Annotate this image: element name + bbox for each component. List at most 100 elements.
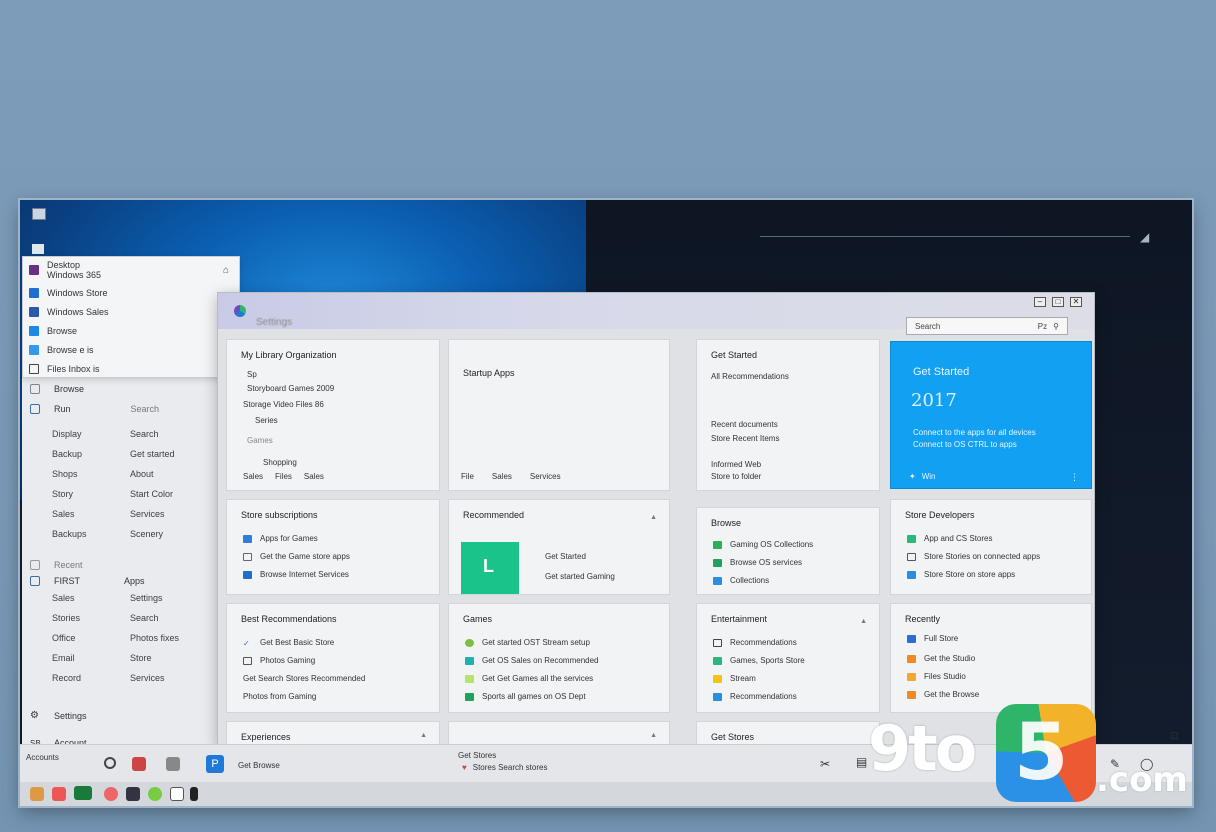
tile-line: Get Get Games all the services	[482, 674, 594, 683]
app-icon[interactable]	[30, 787, 44, 801]
list-item[interactable]: Office Photos fixes	[52, 628, 222, 648]
tile-line: Store to folder	[711, 472, 762, 481]
list-item[interactable]: Story Start Color	[52, 484, 222, 504]
app-icon[interactable]	[148, 787, 162, 801]
flyout-item[interactable]: Files Inbox is	[23, 359, 239, 378]
close-button[interactable]: ✕	[1070, 297, 1082, 307]
tile-line: Recommendations	[730, 692, 797, 701]
tile[interactable]: Browse Gaming OS Collections Browse OS s…	[696, 507, 880, 595]
search-zoom-label: Pz	[1037, 321, 1048, 331]
store-icon[interactable]: P	[206, 755, 224, 773]
list-item-label: Sales	[52, 593, 75, 603]
app-icon	[243, 570, 252, 579]
taskbar-search-text[interactable]: Get Browse	[238, 761, 280, 770]
tile[interactable]: Recently Full Store Get the Studio Files…	[890, 603, 1092, 713]
app-icon	[907, 672, 916, 681]
account-label[interactable]: Accounts	[26, 753, 59, 762]
minimize-button[interactable]: –	[1034, 297, 1046, 307]
search-icon[interactable]	[104, 757, 116, 769]
list-item[interactable]: Stories Search	[52, 608, 222, 628]
list-item[interactable]: Backup Get started	[52, 444, 222, 464]
app-icon[interactable]	[132, 757, 146, 771]
list-item[interactable]: Sales Settings	[52, 588, 222, 608]
desktop-icon[interactable]	[32, 208, 46, 220]
tile-line: Get started OST Stream setup	[482, 638, 590, 647]
app-icon	[243, 552, 252, 561]
more-icon[interactable]: ⋮	[1070, 472, 1079, 483]
app-icon	[907, 634, 916, 643]
chevron-up-icon[interactable]: ▲	[650, 514, 657, 521]
chevron-up-icon[interactable]: ▲	[420, 732, 427, 739]
app-icon[interactable]	[52, 787, 66, 801]
tile-title: Get Started	[913, 366, 970, 378]
list-item-label: Shops	[52, 469, 78, 479]
list-header-label: Run	[54, 404, 71, 414]
list-item[interactable]: Backups Scenery	[52, 524, 222, 544]
tile-line: Get Best Basic Store	[260, 638, 335, 647]
window-title: Settings	[256, 317, 293, 328]
tile-line: Games	[247, 436, 273, 445]
tile-line: Get Started	[545, 552, 586, 561]
list-item[interactable]: Record Services	[52, 668, 222, 688]
app-icon[interactable]	[74, 786, 92, 800]
blue-store-icon	[29, 287, 39, 298]
tile[interactable]: Entertainment ▲ Recommendations Games, S…	[696, 603, 880, 713]
tile-featured[interactable]: Get Started 2017 Connect to the apps for…	[890, 341, 1092, 489]
tile-title: Browse	[711, 518, 742, 528]
app-icon	[907, 690, 916, 699]
corner-icon: ◢	[1140, 230, 1150, 244]
flyout-item[interactable]: Browse e is	[23, 340, 239, 359]
app-icon[interactable]	[170, 787, 184, 801]
tile-line: Stream	[730, 674, 756, 683]
list-item[interactable]: Sales Services	[52, 504, 222, 524]
list-item[interactable]: Shops About	[52, 464, 222, 484]
maximize-button[interactable]: □	[1052, 297, 1064, 307]
tile[interactable]: Store Developers App and CS Stores Store…	[890, 499, 1092, 595]
list-item-label: Backups	[52, 529, 87, 539]
flyout-item[interactable]: Windows Sales Z4	[23, 302, 239, 321]
tile-line: Shopping	[263, 458, 297, 467]
list-item[interactable]: Email Store	[52, 648, 222, 668]
desktop-icon[interactable]	[32, 244, 44, 254]
tile-line: Informed Web	[711, 460, 762, 469]
tile[interactable]: Games Get started OST Stream setup Get O…	[448, 603, 670, 713]
list-item-label: Email	[52, 653, 75, 663]
list-item-label: Record	[52, 673, 82, 683]
list-header[interactable]: Run Search	[30, 404, 159, 414]
flyout-item[interactable]: Browse	[23, 321, 239, 340]
list-header[interactable]: FIRST Apps	[30, 576, 145, 586]
start-list-group: Sales Settings Stories Search Office Photos…	[52, 588, 222, 688]
tile-line: Connect to the apps for all devices	[913, 428, 1036, 437]
list-item-label: Store	[130, 653, 152, 663]
flyout-item[interactable]: Desktop Windows 365 ⌂	[23, 257, 239, 283]
list-item[interactable]: Display Search	[52, 424, 222, 444]
taskbar-subtext-label: Stores Search stores	[472, 763, 548, 772]
tile[interactable]: My Library Organization Sp Storyboard Ga…	[226, 339, 440, 491]
tile-footer: ✦ Win	[909, 472, 935, 481]
tile[interactable]: Store subscriptions Apps for Games Get t…	[226, 499, 440, 595]
app-icon[interactable]	[104, 787, 118, 801]
tile[interactable]: Startup Apps File Sales Services	[448, 339, 670, 491]
scissors-icon[interactable]: ✂	[820, 757, 830, 771]
chevron-up-icon[interactable]: ▲	[860, 618, 867, 625]
tile[interactable]: Get Started All Recommendations Recent d…	[696, 339, 880, 491]
list-item-label: Search	[130, 429, 159, 439]
tile[interactable]: Recommended ▲ L Get Started Get started …	[448, 499, 670, 595]
tile-line: Full Store	[924, 634, 959, 643]
home-icon[interactable]: ⌂	[223, 265, 229, 276]
app-icon[interactable]	[126, 787, 140, 801]
app-icon	[465, 674, 474, 683]
chevron-up-icon[interactable]: ▲	[650, 732, 657, 739]
search-input[interactable]: Search Pz ⚲	[906, 317, 1068, 335]
app-icon[interactable]	[190, 787, 198, 801]
tile[interactable]: Best Recommendations ✓ Get Best Basic Sto…	[226, 603, 440, 713]
flyout-item[interactable]: Windows Store	[23, 283, 239, 302]
settings-item[interactable]: ⚙ Settings	[30, 710, 87, 721]
app-icon[interactable]	[166, 757, 180, 771]
green-app-tile[interactable]: L	[461, 542, 519, 594]
window-controls: – □ ✕	[1034, 297, 1082, 307]
tile-title: Best Recommendations	[241, 614, 337, 624]
tile-footer: File Sales Services	[461, 472, 561, 481]
app-icon	[243, 534, 252, 543]
tile-footer: Sales Files Sales	[243, 472, 324, 481]
